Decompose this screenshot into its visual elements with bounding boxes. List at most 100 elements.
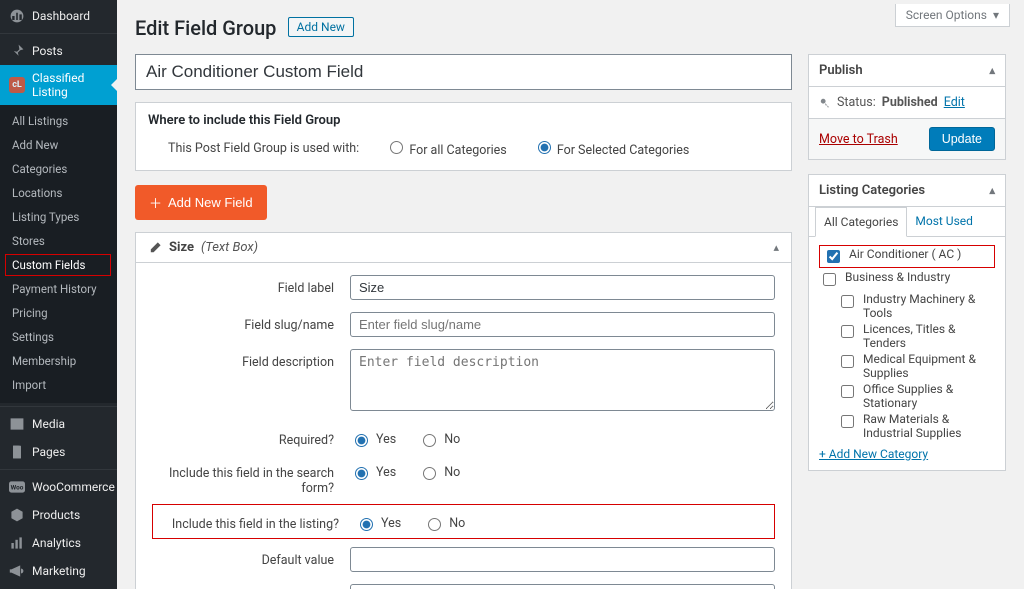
subnav-settings[interactable]: Settings [0, 325, 117, 349]
nav-classified-submenu: All Listings Add New Categories Location… [0, 105, 117, 403]
include-opt-selected[interactable]: For Selected Categories [533, 138, 690, 158]
required-yes-radio[interactable] [355, 434, 368, 447]
add-new-category-link[interactable]: + Add New Category [819, 447, 928, 461]
in-search-yes-radio[interactable] [355, 467, 368, 480]
update-button[interactable]: Update [929, 127, 995, 151]
include-opt-all[interactable]: For all Categories [385, 138, 507, 158]
in-search-no[interactable]: No [418, 464, 460, 480]
nav-dashboard[interactable]: Dashboard [0, 2, 117, 30]
in-search-no-radio[interactable] [423, 467, 436, 480]
label-default-value: Default value [152, 547, 350, 568]
include-heading: Where to include this Field Group [148, 113, 340, 128]
input-placeholder-text[interactable] [350, 584, 775, 589]
include-opt-selected-radio[interactable] [538, 141, 551, 154]
in-listing-no[interactable]: No [423, 515, 465, 531]
nav-products-label: Products [32, 508, 80, 522]
in-listing-yes-radio[interactable] [360, 518, 373, 531]
move-to-trash-link[interactable]: Move to Trash [819, 132, 898, 147]
label-field-slug: Field slug/name [152, 312, 350, 333]
cat-air-conditioner-checkbox[interactable] [827, 250, 840, 263]
include-opt-all-label: For all Categories [409, 143, 506, 158]
subnav-listing-types[interactable]: Listing Types [0, 205, 117, 229]
add-new-group-button[interactable]: Add New [288, 17, 354, 37]
svg-text:Woo: Woo [11, 483, 24, 491]
include-opt-all-radio[interactable] [390, 141, 403, 154]
cat-medical-checkbox[interactable] [841, 355, 854, 368]
nav-analytics[interactable]: Analytics [0, 529, 117, 557]
tab-all-categories[interactable]: All Categories [815, 207, 907, 237]
pencil-icon [148, 241, 162, 255]
input-field-desc[interactable] [350, 349, 775, 411]
subnav-add-new[interactable]: Add New [0, 133, 117, 157]
publish-box: Publish ▴ Status: Published Edit [808, 54, 1006, 160]
nav-woocommerce[interactable]: Woo WooCommerce [0, 473, 117, 501]
in-listing-yes[interactable]: Yes [355, 515, 401, 531]
cat-raw-materials[interactable]: Raw Materials & Industrial Supplies [837, 411, 995, 441]
chevron-down-icon: ▾ [993, 8, 999, 22]
add-new-field-button[interactable]: ＋ Add New Field [135, 185, 267, 220]
cat-office-supplies-checkbox[interactable] [841, 385, 854, 398]
label-required: Required? [152, 427, 350, 448]
publish-heading: Publish [819, 63, 863, 78]
cat-air-conditioner-label: Air Conditioner ( AC ) [849, 247, 961, 261]
chevron-up-icon[interactable]: ▴ [989, 64, 995, 77]
nav-media[interactable]: Media [0, 410, 117, 438]
required-yes-label: Yes [376, 432, 396, 447]
cat-licences-label: Licences, Titles & Tenders [863, 322, 995, 350]
nav-dashboard-label: Dashboard [32, 9, 90, 23]
chevron-up-icon: ▴ [773, 241, 779, 254]
tab-most-used[interactable]: Most Used [907, 207, 981, 236]
cat-business-industry[interactable]: Business & Industry [819, 269, 995, 290]
subnav-pricing[interactable]: Pricing [0, 301, 117, 325]
products-icon [9, 507, 25, 523]
status-label: Status: [837, 95, 876, 110]
cat-air-conditioner[interactable]: Air Conditioner ( AC ) [819, 245, 995, 268]
nav-posts[interactable]: Posts [0, 37, 117, 65]
chevron-up-icon[interactable]: ▴ [989, 184, 995, 197]
screen-options-toggle[interactable]: Screen Options ▾ [895, 4, 1010, 27]
cat-industry-machinery-checkbox[interactable] [841, 295, 854, 308]
input-default-value[interactable] [350, 547, 775, 572]
nav-pages[interactable]: Pages [0, 438, 117, 466]
subnav-stores[interactable]: Stores [0, 229, 117, 253]
include-row-label: This Post Field Group is used with: [168, 141, 359, 156]
cat-raw-materials-checkbox[interactable] [841, 415, 854, 428]
in-search-yes[interactable]: Yes [350, 464, 396, 480]
status-edit-link[interactable]: Edit [944, 95, 965, 110]
cat-industry-machinery[interactable]: Industry Machinery & Tools [837, 291, 995, 321]
required-no-radio[interactable] [423, 434, 436, 447]
cat-business-industry-checkbox[interactable] [823, 273, 836, 286]
in-listing-no-radio[interactable] [428, 518, 441, 531]
field-title: Size [169, 240, 194, 255]
main-area: Screen Options ▾ Edit Field Group Add Ne… [117, 0, 1024, 589]
nav-marketing[interactable]: Marketing [0, 557, 117, 585]
cat-medical[interactable]: Medical Equipment & Supplies [837, 351, 995, 381]
nav-media-label: Media [32, 417, 65, 431]
subnav-all-listings[interactable]: All Listings [0, 109, 117, 133]
subnav-membership[interactable]: Membership [0, 349, 117, 373]
nav-classified-label: Classified Listing [32, 71, 108, 99]
subnav-payment-history[interactable]: Payment History [0, 277, 117, 301]
required-no[interactable]: No [418, 431, 460, 447]
field-type: (Text Box) [201, 240, 258, 255]
cat-licences-checkbox[interactable] [841, 325, 854, 338]
pin-icon [9, 43, 25, 59]
include-metabox: Where to include this Field Group This P… [135, 102, 792, 171]
cat-licences[interactable]: Licences, Titles & Tenders [837, 321, 995, 351]
group-title-input[interactable] [135, 54, 792, 90]
cat-raw-materials-label: Raw Materials & Industrial Supplies [863, 412, 995, 440]
subnav-categories[interactable]: Categories [0, 157, 117, 181]
input-field-label[interactable] [350, 275, 775, 300]
required-no-label: No [444, 432, 460, 447]
nav-products[interactable]: Products [0, 501, 117, 529]
cat-office-supplies[interactable]: Office Supplies & Stationary [837, 381, 995, 411]
subnav-locations[interactable]: Locations [0, 181, 117, 205]
input-field-slug[interactable] [350, 312, 775, 337]
required-yes[interactable]: Yes [350, 431, 396, 447]
subnav-import[interactable]: Import [0, 373, 117, 397]
field-card-header[interactable]: Size (Text Box) ▴ [136, 233, 791, 263]
nav-classified-listing[interactable]: cL Classified Listing [0, 65, 117, 105]
subnav-custom-fields[interactable]: Custom Fields [5, 254, 111, 276]
page-title: Edit Field Group [135, 16, 276, 40]
include-opt-selected-label: For Selected Categories [557, 143, 690, 158]
